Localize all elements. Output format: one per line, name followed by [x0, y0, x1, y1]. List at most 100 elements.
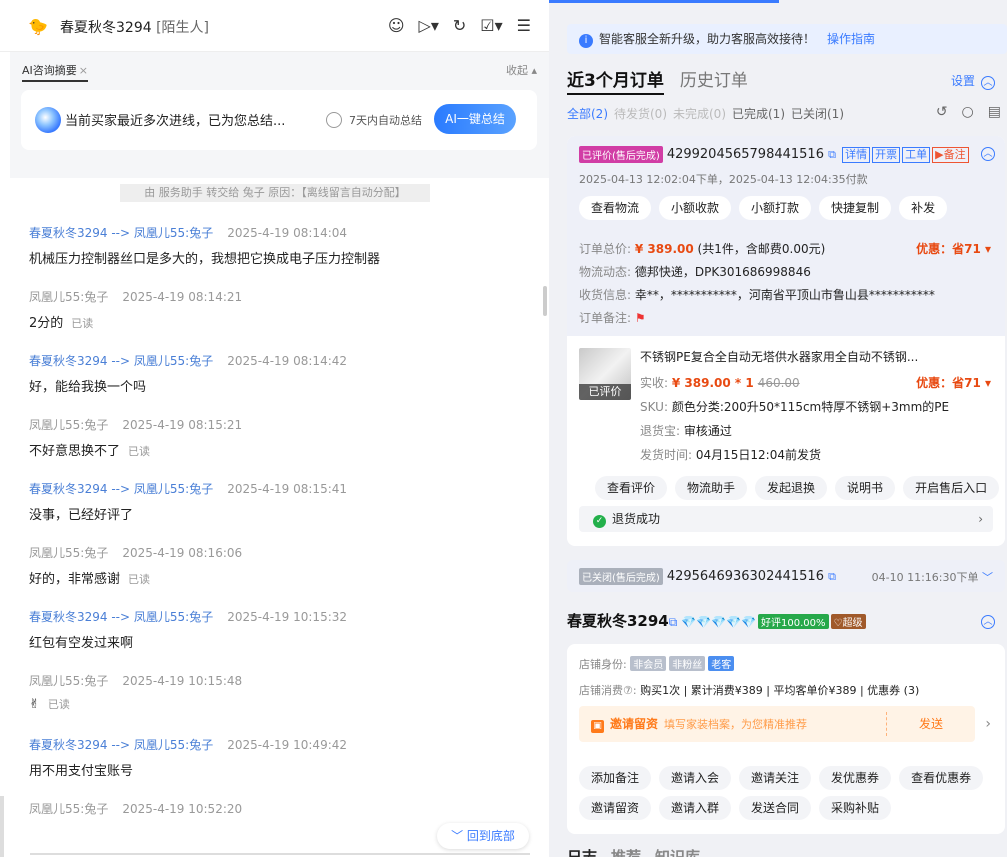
product-action-button[interactable]: 发起退换	[755, 476, 828, 500]
order-action-button[interactable]: 小额打款	[739, 196, 812, 220]
customer-action-button[interactable]: 邀请关注	[739, 766, 812, 790]
copy-icon[interactable]: ⧉	[828, 148, 836, 161]
message-body: 不好意思换不了 已读	[29, 440, 242, 459]
ship-value: 04月15日12:04前发货	[695, 448, 821, 462]
list-icon[interactable]: ▤	[988, 104, 1001, 120]
identity-row: 店铺身份: 非会员 非粉丝 老客	[579, 656, 737, 672]
message-time: 2025-4-19 08:15:21	[122, 418, 243, 432]
tab-knowledge[interactable]: 知识库	[655, 848, 700, 857]
order-card: 已评价(售后完成) 4299204565798441516 ⧉ 详情 开票 工单 ▶备注…	[567, 136, 1005, 546]
buyer-name[interactable]: 春夏秋冬3294 [陌生人]	[60, 17, 209, 37]
customer-actions-2: 邀请留资 邀请入群 发送合同 采购补贴	[579, 796, 892, 820]
search-icon[interactable]: ○	[962, 104, 974, 120]
tab-history-orders[interactable]: 历史订单	[680, 71, 748, 91]
product-discount[interactable]: 优惠：省71 ▾	[916, 374, 991, 391]
chevron-up-icon[interactable]: ︿	[981, 147, 995, 161]
message-time: 2025-4-19 08:14:04	[227, 226, 348, 240]
robot-icon[interactable]: ☺	[388, 15, 405, 37]
consume-value: 购买1次 | 累计消费¥389 | 平均客单价¥389 | 优惠券 (3)	[640, 684, 920, 697]
message-text[interactable]: 好，能给我换一个吗	[29, 380, 146, 395]
customer-action-button[interactable]: 发送合同	[739, 796, 812, 820]
consume-row: 店铺消费⑦: 购买1次 | 累计消费¥389 | 平均客单价¥389 | 优惠券…	[579, 682, 919, 698]
message-text[interactable]: 没事，已经好评了	[29, 508, 133, 523]
customer-action-button[interactable]: 邀请留资	[579, 796, 652, 820]
original-price: 460.00	[757, 376, 800, 390]
check-icon[interactable]: ☑▾	[480, 15, 502, 37]
chevron-right-icon[interactable]: ›	[978, 506, 983, 532]
message-text[interactable]: 不好意思换不了	[29, 444, 120, 459]
ai-summary-button[interactable]: AI一键总结	[434, 104, 516, 134]
undo-icon[interactable]: ↺	[936, 104, 948, 120]
customer-action-button[interactable]: 邀请入群	[659, 796, 732, 820]
order-action-button[interactable]: 小额收款	[659, 196, 732, 220]
customer-action-button[interactable]: 查看优惠券	[899, 766, 984, 790]
chevron-up-icon[interactable]: ︿	[981, 76, 995, 90]
filter-item[interactable]: 待发货(0)	[614, 107, 667, 121]
product-actions: 查看评价 物流助手 发起退换 说明书 开启售后入口	[595, 476, 1000, 500]
message-text[interactable]: ✌	[29, 697, 40, 712]
chevron-right-icon[interactable]: ›	[985, 716, 991, 732]
scroll-to-bottom-button[interactable]: ﹀ 回到底部	[437, 823, 529, 849]
message-text[interactable]: 用不用支付宝账号	[29, 764, 133, 779]
tab-recommend[interactable]: 推荐	[611, 848, 641, 857]
invite-send-button[interactable]: 发送	[885, 712, 943, 736]
receiver-row: 收货信息: 幸**，***********，河南省平顶山市鲁山县********…	[579, 286, 935, 303]
product-action-button[interactable]: 物流助手	[675, 476, 748, 500]
ai-summary-box: AI咨询摘要 × 收起 ▴ 当前买家最近多次进线，已为您总结... 7天内自动总结…	[10, 52, 549, 178]
customer-action-button[interactable]: 添加备注	[579, 766, 652, 790]
chevron-down-icon[interactable]: ﹀	[982, 571, 993, 584]
filter-item[interactable]: 未完成(0)	[673, 107, 726, 121]
close-icon[interactable]: ×	[79, 64, 88, 77]
filter-item[interactable]: 已完成(1)	[732, 107, 785, 121]
chevron-up-icon[interactable]: ︿	[981, 615, 995, 629]
ticket-button[interactable]: 工单	[902, 147, 931, 163]
invoice-button[interactable]: 开票	[872, 147, 901, 163]
message-sender: 凤凰儿55:兔子	[29, 418, 109, 432]
message-text[interactable]: 2分的	[29, 316, 63, 331]
discount[interactable]: 优惠：省71 ▾	[916, 240, 991, 257]
product-image[interactable]: 已评价	[579, 348, 631, 400]
total-extra: (共1件，含邮费0.00元)	[697, 242, 826, 256]
logistics-value[interactable]: 德邦快递，DPK301686998846	[635, 265, 811, 279]
filter-item[interactable]: 已关闭(1)	[791, 107, 844, 121]
customer-action-button[interactable]: 邀请入会	[659, 766, 732, 790]
refund-status[interactable]: ✓ 退货成功 ›	[579, 506, 993, 532]
product-action-button[interactable]: 查看评价	[595, 476, 668, 500]
order-card-closed[interactable]: 已关闭(售后完成) 4295646936302441516 ⧉ 04-10 11:…	[567, 560, 1005, 592]
product-action-button[interactable]: 开启售后入口	[903, 476, 1000, 500]
order-action-button[interactable]: 补发	[899, 196, 948, 220]
tab-log[interactable]: 日志	[567, 848, 597, 857]
ai-summary-text[interactable]: 当前买家最近多次进线，已为您总结...	[65, 110, 285, 129]
video-icon[interactable]: ▷▾	[419, 15, 439, 37]
order-action-button[interactable]: 查看物流	[579, 196, 652, 220]
filter-item[interactable]: 全部(2)	[567, 107, 608, 121]
product-title[interactable]: 不锈钢PE复合全自动无塔供水器家用全自动不锈钢...	[640, 348, 918, 365]
order-id: 4299204565798441516	[666, 147, 824, 162]
message-text[interactable]: 机械压力控制器丝口是多大的，我想把它换成电子压力控制器	[29, 252, 380, 267]
copy-icon[interactable]: ⧉	[828, 570, 836, 583]
order-action-button[interactable]: 快捷复制	[819, 196, 892, 220]
settings-button[interactable]: 设置 ︿	[951, 72, 995, 90]
remark-button[interactable]: ▶备注	[932, 147, 969, 163]
flag-icon[interactable]: ⚑	[635, 311, 646, 325]
refresh-icon[interactable]: ↻	[453, 15, 466, 37]
auto-summary-checkbox[interactable]	[326, 112, 342, 128]
message-text[interactable]: 红包有空发过来啊	[29, 636, 133, 651]
copy-icon[interactable]: ⧉	[669, 615, 678, 629]
menu-icon[interactable]: ☰	[517, 15, 531, 37]
message-text[interactable]: 好的，非常感谢	[29, 572, 120, 587]
tab-recent-orders[interactable]: 近3个月订单	[567, 71, 664, 95]
detail-button[interactable]: 详情	[842, 147, 871, 163]
scrollbar-thumb[interactable]	[543, 286, 547, 316]
message-sender: 春夏秋冬3294 --> 凤凰儿55:兔子	[29, 738, 214, 752]
paid-value: ¥ 389.00 * 1	[671, 376, 754, 390]
guide-link[interactable]: 操作指南	[827, 32, 875, 46]
ai-summary-tab[interactable]: AI咨询摘要 ×	[22, 62, 88, 82]
message-header: 春夏秋冬3294 --> 凤凰儿55:兔子 2025-4-19 08:15:41	[29, 480, 347, 497]
collapse-button[interactable]: 收起 ▴	[506, 62, 537, 78]
customer-action-button[interactable]: 发优惠券	[819, 766, 892, 790]
customer-action-button[interactable]: 采购补贴	[819, 796, 892, 820]
message-time: 2025-4-19 10:15:48	[122, 674, 243, 688]
product-action-button[interactable]: 说明书	[835, 476, 896, 500]
status-badge: 已评价(售后完成)	[579, 146, 663, 163]
